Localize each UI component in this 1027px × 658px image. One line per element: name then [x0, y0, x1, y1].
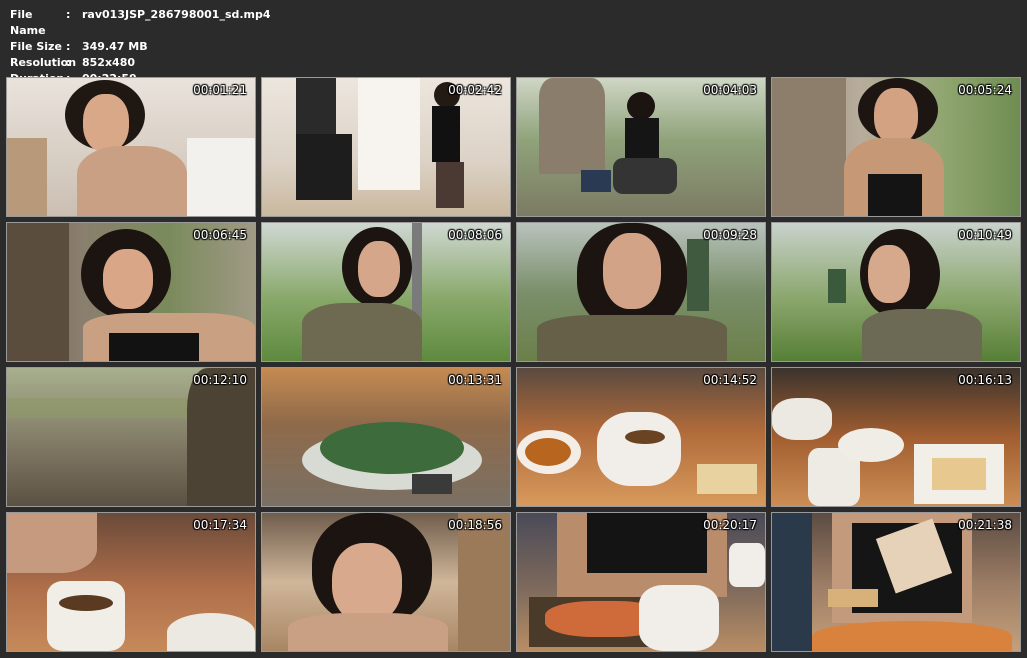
- thumbnail-10[interactable]: 00:13:31: [261, 367, 511, 507]
- timestamp: 00:13:31: [448, 373, 502, 387]
- thumbnail-1[interactable]: 00:01:21: [6, 77, 256, 217]
- frame-image: [517, 78, 765, 216]
- thumbnail-14[interactable]: 00:18:56: [261, 512, 511, 652]
- resolution-label: Resolution: [10, 56, 77, 69]
- frame-image: [517, 368, 765, 506]
- thumbnail-4[interactable]: 00:05:24: [771, 77, 1021, 217]
- frame-image: [772, 368, 1020, 506]
- thumbnail-9[interactable]: 00:12:10: [6, 367, 256, 507]
- timestamp: 00:18:56: [448, 518, 502, 532]
- frame-image: [7, 78, 255, 216]
- thumbnail-grid: 00:01:21 00:02:42 00:04:03 00:05:24 00:0…: [6, 77, 1021, 652]
- thumbnail-8[interactable]: 00:10:49: [771, 222, 1021, 362]
- frame-image: [772, 513, 1020, 651]
- frame-image: [517, 513, 765, 651]
- timestamp: 00:20:17: [703, 518, 757, 532]
- frame-image: [772, 223, 1020, 361]
- thumbnail-16[interactable]: 00:21:38: [771, 512, 1021, 652]
- file-name-value: rav013JSP_286798001_sd.mp4: [82, 8, 271, 21]
- thumbnail-15[interactable]: 00:20:17: [516, 512, 766, 652]
- thumbnail-11[interactable]: 00:14:52: [516, 367, 766, 507]
- timestamp: 00:04:03: [703, 83, 757, 97]
- resolution-value: 852x480: [82, 56, 136, 69]
- timestamp: 00:17:34: [193, 518, 247, 532]
- timestamp: 00:10:49: [958, 228, 1012, 242]
- frame-image: [262, 78, 510, 216]
- separator: :: [66, 56, 71, 69]
- separator: :: [66, 40, 71, 53]
- frame-image: [262, 223, 510, 361]
- file-info-header: File Name : rav013JSP_286798001_sd.mp4 F…: [10, 7, 271, 87]
- frame-image: [517, 223, 765, 361]
- file-size-row: File Size : 349.47 MB: [10, 39, 271, 55]
- thumbnail-2[interactable]: 00:02:42: [261, 77, 511, 217]
- timestamp: 00:05:24: [958, 83, 1012, 97]
- separator: :: [66, 8, 71, 21]
- timestamp: 00:01:21: [193, 83, 247, 97]
- file-name-label: File Name: [10, 8, 46, 37]
- thumbnail-7[interactable]: 00:09:28: [516, 222, 766, 362]
- thumbnail-13[interactable]: 00:17:34: [6, 512, 256, 652]
- file-name-row: File Name : rav013JSP_286798001_sd.mp4: [10, 7, 271, 39]
- timestamp: 00:02:42: [448, 83, 502, 97]
- timestamp: 00:16:13: [958, 373, 1012, 387]
- file-size-value: 349.47 MB: [82, 40, 148, 53]
- frame-image: [262, 368, 510, 506]
- thumbnail-12[interactable]: 00:16:13: [771, 367, 1021, 507]
- thumbnail-3[interactable]: 00:04:03: [516, 77, 766, 217]
- timestamp: 00:12:10: [193, 373, 247, 387]
- frame-image: [262, 513, 510, 651]
- timestamp: 00:08:06: [448, 228, 502, 242]
- timestamp: 00:06:45: [193, 228, 247, 242]
- thumbnail-6[interactable]: 00:08:06: [261, 222, 511, 362]
- frame-image: [7, 513, 255, 651]
- frame-image: [7, 368, 255, 506]
- frame-image: [772, 78, 1020, 216]
- frame-image: [7, 223, 255, 361]
- thumbnail-5[interactable]: 00:06:45: [6, 222, 256, 362]
- timestamp: 00:21:38: [958, 518, 1012, 532]
- file-size-label: File Size: [10, 40, 62, 53]
- timestamp: 00:09:28: [703, 228, 757, 242]
- timestamp: 00:14:52: [703, 373, 757, 387]
- resolution-row: Resolution : 852x480: [10, 55, 271, 71]
